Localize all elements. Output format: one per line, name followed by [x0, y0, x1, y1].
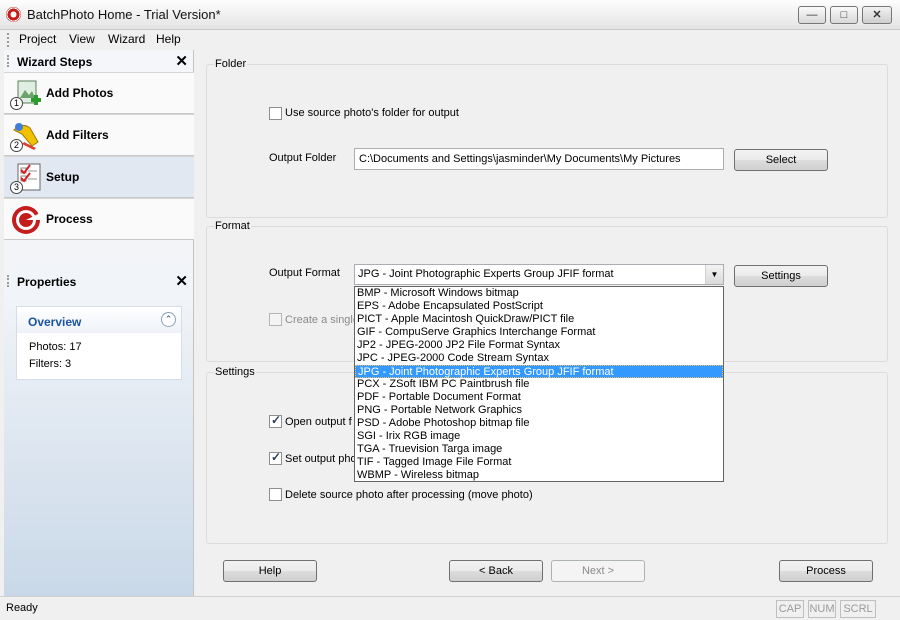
open-output-label[interactable]: Open output f — [285, 416, 352, 428]
delete-source-label[interactable]: Delete source photo after processing (mo… — [285, 489, 533, 501]
folder-group — [206, 64, 888, 218]
open-output-checkbox[interactable] — [269, 413, 282, 428]
set-output-label[interactable]: Set output pho — [285, 453, 357, 465]
process-button[interactable]: Process — [779, 560, 873, 582]
step-label-process: Process — [46, 212, 93, 226]
step-label-add-filters: Add Filters — [46, 128, 109, 142]
menu-help[interactable]: Help — [153, 32, 184, 46]
main-area: Folder Use source photo's folder for out… — [196, 50, 900, 596]
step-setup[interactable]: 3 Setup — [4, 156, 194, 198]
minimize-button[interactable]: — — [798, 6, 826, 24]
next-button[interactable]: Next > — [551, 560, 645, 582]
properties-title: Properties — [17, 275, 77, 289]
wizard-steps-title: Wizard Steps — [17, 55, 93, 69]
format-option[interactable]: JP2 - JPEG-2000 JP2 File Format Syntax — [355, 339, 723, 352]
format-option[interactable]: TIF - Tagged Image File Format — [355, 456, 723, 469]
set-output-checkbox[interactable] — [269, 450, 282, 465]
menu-grip — [7, 33, 9, 47]
process-icon — [12, 206, 40, 234]
format-option[interactable]: PNG - Portable Network Graphics — [355, 404, 723, 417]
format-option[interactable]: PDF - Portable Document Format — [355, 391, 723, 404]
format-settings-button[interactable]: Settings — [734, 265, 828, 287]
create-single-label[interactable]: Create a single — [285, 314, 359, 326]
format-option[interactable]: JPC - JPEG-2000 Code Stream Syntax — [355, 352, 723, 365]
delete-source-checkbox[interactable] — [269, 488, 282, 501]
status-text: Ready — [6, 602, 38, 614]
wizard-steps-header: Wizard Steps ✕ — [4, 51, 194, 71]
menu-project[interactable]: Project — [16, 32, 59, 46]
window-title: BatchPhoto Home - Trial Version* — [27, 7, 221, 22]
output-format-label: Output Format — [269, 267, 340, 279]
format-group-title: Format — [214, 220, 251, 232]
collapse-chevron-icon[interactable]: ⌃ — [161, 312, 176, 327]
step-add-photos[interactable]: 1 Add Photos — [4, 72, 194, 114]
use-source-folder-checkbox[interactable] — [269, 107, 282, 120]
maximize-button[interactable]: □ — [830, 6, 858, 24]
output-format-value: JPG - Joint Photographic Experts Group J… — [358, 268, 614, 280]
close-window-button[interactable]: ✕ — [862, 6, 892, 24]
back-button[interactable]: < Back — [449, 560, 543, 582]
use-source-folder-label[interactable]: Use source photo's folder for output — [285, 107, 459, 119]
step-number-2: 2 — [10, 139, 23, 152]
overview-title: Overview — [28, 315, 82, 329]
format-option[interactable]: GIF - CompuServe Graphics Interchange Fo… — [355, 326, 723, 339]
app-icon — [6, 7, 21, 22]
menu-bar: Project View Wizard Help — [0, 30, 900, 50]
output-folder-label: Output Folder — [269, 152, 337, 164]
status-bar: Ready CAP NUM SCRL — [0, 596, 900, 620]
menu-view[interactable]: View — [66, 32, 98, 46]
settings-group-title: Settings — [214, 366, 256, 378]
num-indicator: NUM — [808, 600, 836, 618]
format-option[interactable]: WBMP - Wireless bitmap — [355, 469, 723, 482]
title-bar: BatchPhoto Home - Trial Version* — □ ✕ — [0, 0, 900, 30]
step-process[interactable]: Process — [4, 198, 194, 240]
chevron-down-icon[interactable]: ▼ — [705, 265, 723, 284]
format-option[interactable]: SGI - Irix RGB image — [355, 430, 723, 443]
help-button[interactable]: Help — [223, 560, 317, 582]
step-label-add-photos: Add Photos — [46, 86, 114, 100]
step-number-1: 1 — [10, 97, 23, 110]
output-format-select[interactable]: JPG - Joint Photographic Experts Group J… — [354, 264, 724, 285]
format-option[interactable]: EPS - Adobe Encapsulated PostScript — [355, 300, 723, 313]
cap-indicator: CAP — [776, 600, 804, 618]
wizard-steps-close-icon[interactable]: ✕ — [175, 52, 188, 70]
filters-count: Filters: 3 — [29, 358, 72, 370]
properties-close-icon[interactable]: ✕ — [175, 272, 188, 290]
output-folder-field[interactable]: C:\Documents and Settings\jasminder\My D… — [354, 148, 724, 170]
format-option[interactable]: TGA - Truevision Targa image — [355, 443, 723, 456]
format-option[interactable]: BMP - Microsoft Windows bitmap — [355, 287, 723, 300]
menu-wizard[interactable]: Wizard — [105, 32, 148, 46]
create-single-checkbox[interactable] — [269, 313, 282, 326]
overview-header[interactable]: Overview ⌃ — [17, 307, 181, 333]
folder-group-title: Folder — [214, 58, 248, 70]
format-option[interactable]: PICT - Apple Macintosh QuickDraw/PICT fi… — [355, 313, 723, 326]
step-add-filters[interactable]: 2 Add Filters — [4, 114, 194, 156]
step-number-3: 3 — [10, 181, 23, 194]
format-option[interactable]: PCX - ZSoft IBM PC Paintbrush file — [355, 378, 723, 391]
left-panel: Wizard Steps ✕ 1 Add Photos 2 Add Filter… — [4, 50, 194, 596]
step-label-setup: Setup — [46, 170, 80, 184]
properties-header: Properties ✕ — [4, 271, 194, 291]
photos-count: Photos: 17 — [29, 341, 82, 353]
overview-panel: Overview ⌃ Photos: 17 Filters: 3 — [16, 306, 182, 380]
select-folder-button[interactable]: Select — [734, 149, 828, 171]
scrl-indicator: SCRL — [840, 600, 876, 618]
format-option[interactable]: PSD - Adobe Photoshop bitmap file — [355, 417, 723, 430]
output-format-dropdown-list[interactable]: BMP - Microsoft Windows bitmap EPS - Ado… — [354, 286, 724, 482]
format-option-selected[interactable]: JPG - Joint Photographic Experts Group J… — [355, 365, 723, 378]
